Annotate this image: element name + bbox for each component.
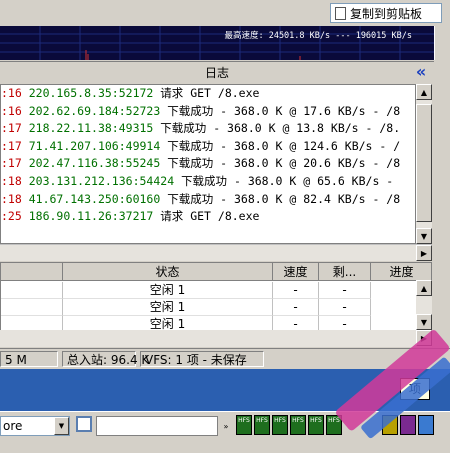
desktop-background <box>0 369 450 411</box>
table-header-status[interactable]: 状态 <box>63 263 273 281</box>
scroll-right-icon[interactable]: ▶ <box>416 245 432 261</box>
scroll-right-icon[interactable]: ▶ <box>416 330 432 346</box>
status-vfs: VFS: 1 项 - 未保存 <box>140 351 264 367</box>
address-field[interactable] <box>96 416 218 436</box>
status-total-in: 总入站: 96.4 K <box>62 351 149 367</box>
graph-scrollbar[interactable] <box>434 26 450 60</box>
log-line: :17 202.47.116.38:55245 下载成功 - 368.0 K @… <box>1 156 401 171</box>
scroll-up-icon[interactable]: ▲ <box>416 84 432 100</box>
hfs-tray-icon[interactable]: HFS <box>254 415 270 435</box>
tray-icon[interactable] <box>400 415 416 435</box>
chevron-right-icon[interactable]: » <box>220 418 232 434</box>
tooltip: 项 <box>400 378 430 400</box>
hfs-tray-icon[interactable]: HFS <box>290 415 306 435</box>
log-line: :16 220.165.8.35:52172 请求 GET /8.exe <box>1 86 260 100</box>
row-speed: - <box>273 282 319 299</box>
hfs-tray-icon[interactable]: HFS <box>326 415 342 435</box>
scroll-thumb[interactable] <box>416 104 432 222</box>
log-line: :25 186.90.11.26:37217 请求 GET /8.exe <box>1 209 260 224</box>
status-bar: 5 M 总入站: 96.4 K VFS: 1 项 - 未保存 <box>0 348 450 368</box>
table-header-progress[interactable]: 进度 <box>371 263 431 281</box>
log-line: :18 41.67.143.250:60160 下载成功 - 368.0 K @… <box>1 191 401 206</box>
log-line: :17 218.22.11.38:49315 下载成功 - 368.0 K @ … <box>1 121 401 136</box>
log-line: :16 202.62.69.184:52723 下载成功 - 368.0 K @… <box>1 103 401 118</box>
scroll-up-icon[interactable]: ▲ <box>416 280 432 296</box>
table-header-remaining[interactable]: 剩... <box>319 263 371 281</box>
log-panel-title: 日志 <box>204 66 229 80</box>
log-line: :18 203.131.212.136:54424 下载成功 - 368.0 K… <box>1 173 394 188</box>
table-row[interactable]: 空闲 1 - - <box>1 299 431 316</box>
table-header-speed[interactable]: 速度 <box>273 263 319 281</box>
scroll-down-icon[interactable]: ▼ <box>416 314 432 330</box>
log-line: :17 71.41.207.106:49914 下载成功 - 368.0 K @… <box>1 138 401 153</box>
chevron-down-icon[interactable]: ▼ <box>54 417 69 435</box>
row-status: 空闲 1 <box>63 299 273 316</box>
speed-graph: 最高速度: 24501.8 KB/s --- 196015 KB/s <box>0 26 434 60</box>
table-row[interactable]: 空闲 1 - - <box>1 282 431 299</box>
hfs-tray-icon[interactable]: HFS <box>272 415 288 435</box>
table-header-blank <box>1 263 63 281</box>
row-status: 空闲 1 <box>63 282 273 299</box>
copy-to-clipboard-label: 复制到剪贴板 <box>350 6 423 21</box>
copy-to-clipboard-button[interactable]: 复制到剪贴板 <box>330 3 442 23</box>
row-remaining: - <box>319 299 371 316</box>
log-vertical-scrollbar[interactable]: ▲ ▼ <box>416 84 432 244</box>
status-total-out: 5 M <box>0 351 58 367</box>
log-horizontal-scrollbar[interactable]: ▶ <box>0 244 432 261</box>
log-panel-header: 日志 <box>0 61 434 83</box>
clipboard-icon <box>335 6 346 20</box>
row-speed: - <box>273 299 319 316</box>
table-horizontal-scrollbar[interactable]: ▶ <box>0 330 432 347</box>
window-icon[interactable] <box>76 416 92 432</box>
hfs-tray-icon[interactable]: HFS <box>236 415 252 435</box>
graph-speed-text: 最高速度: 24501.8 KB/s --- 196015 KB/s <box>224 31 412 41</box>
table-vertical-scrollbar[interactable]: ▲ ▼ <box>416 280 432 330</box>
scroll-down-icon[interactable]: ▼ <box>416 228 432 244</box>
row-remaining: - <box>319 282 371 299</box>
tray-icon[interactable] <box>418 415 434 435</box>
hfs-tray-icon[interactable]: HFS <box>308 415 324 435</box>
log-list[interactable]: :16 220.165.8.35:52172 请求 GET /8.exe :16… <box>0 84 416 244</box>
tray-icon[interactable] <box>382 415 398 435</box>
double-chevron-left-icon[interactable]: « <box>412 63 430 81</box>
